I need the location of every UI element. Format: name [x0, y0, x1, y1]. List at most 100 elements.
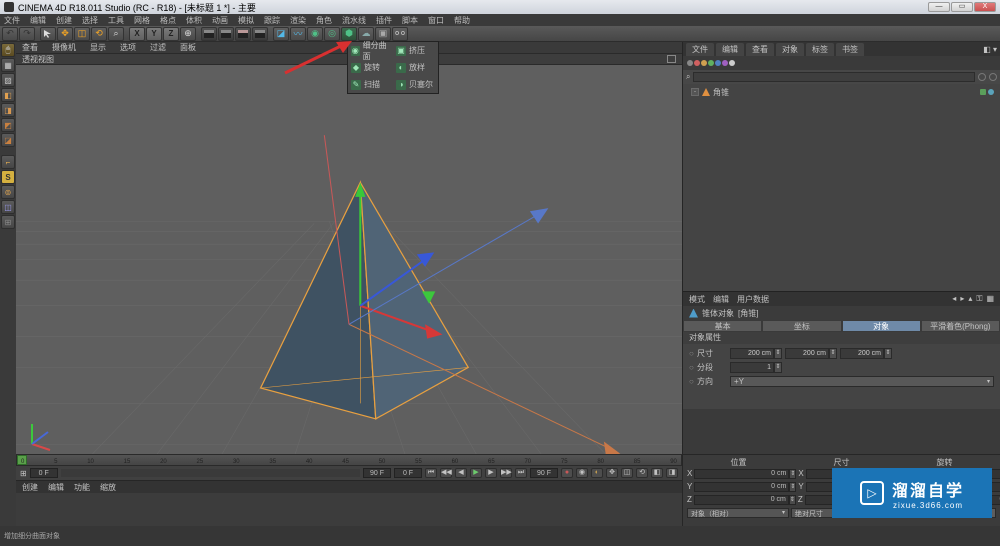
primitive-button[interactable]: ◪	[273, 27, 289, 41]
environment-button[interactable]: ☁	[358, 27, 374, 41]
next-key-button[interactable]: ▶▶	[500, 468, 512, 478]
om-tab[interactable]: 编辑	[716, 43, 744, 56]
mat-tab[interactable]: 缩放	[100, 482, 116, 493]
menu-item[interactable]: 选择	[82, 15, 98, 26]
menu-item[interactable]: 脚本	[402, 15, 418, 26]
vp-menu-item[interactable]: 显示	[90, 42, 106, 53]
start-frame-input[interactable]	[30, 468, 58, 478]
om-options-icon[interactable]: ◧ ▾	[983, 45, 997, 54]
visibility-toggle-icon[interactable]	[989, 73, 997, 81]
menu-item[interactable]: 流水线	[342, 15, 366, 26]
popup-lathe[interactable]: ◆旋转	[348, 59, 393, 76]
key-scale-button[interactable]: ◫	[621, 468, 633, 478]
up-icon[interactable]: ▴	[968, 294, 972, 304]
layer-filter[interactable]	[687, 60, 735, 66]
key-rot-button[interactable]: ⟲	[636, 468, 648, 478]
pos-z-input[interactable]	[694, 495, 789, 505]
keyopt-button[interactable]: ◐	[591, 468, 603, 478]
goto-end-button[interactable]: ⏭	[515, 468, 527, 478]
snap3d-button[interactable]: ⊞	[1, 215, 15, 229]
lock-icon[interactable]: ⚿	[976, 294, 982, 304]
visibility-tag-icon[interactable]	[980, 89, 986, 95]
menu-item[interactable]: 角色	[316, 15, 332, 26]
spinner-icon[interactable]: ⇕	[829, 348, 837, 359]
attr-subtab[interactable]: 对象	[842, 320, 921, 332]
menu-item[interactable]: 跟踪	[264, 15, 280, 26]
record-button[interactable]: ●	[561, 468, 573, 478]
key-param-button[interactable]: ◧	[651, 468, 663, 478]
spline-button[interactable]: 〰	[290, 27, 306, 41]
next-frame-button[interactable]: ▶	[485, 468, 497, 478]
vp-menu-item[interactable]: 摄像机	[52, 42, 76, 53]
spinner-icon[interactable]: ⇕	[774, 362, 782, 373]
menu-item[interactable]: 格点	[160, 15, 176, 26]
mat-tab[interactable]: 编辑	[48, 482, 64, 493]
menu-item[interactable]: 网格	[134, 15, 150, 26]
vp-menu-item[interactable]: 选项	[120, 42, 136, 53]
om-tab[interactable]: 书签	[836, 43, 864, 56]
end-frame-input[interactable]	[363, 468, 391, 478]
mat-tab[interactable]: 功能	[74, 482, 90, 493]
menu-item[interactable]: 动画	[212, 15, 228, 26]
size-z-input[interactable]	[840, 348, 884, 359]
segments-input[interactable]	[730, 362, 774, 373]
workplane-button[interactable]: ◧	[1, 88, 15, 102]
attr-subtab[interactable]: 坐标	[762, 320, 841, 332]
prev-frame-button[interactable]: ◀	[455, 468, 467, 478]
timeline-ruler[interactable]: 0510 152025 303540 455055 606570 758085 …	[16, 454, 682, 466]
play-button[interactable]: ▶	[470, 468, 482, 478]
menu-item[interactable]: 编辑	[30, 15, 46, 26]
viewport-solo-button[interactable]: S	[1, 170, 15, 184]
next-icon[interactable]: ▸	[960, 294, 964, 304]
direction-select[interactable]: +Y▾	[730, 376, 994, 387]
menu-item[interactable]: 模拟	[238, 15, 254, 26]
x-lock-button[interactable]: X	[129, 27, 145, 41]
generator-button[interactable]: ◉	[307, 27, 323, 41]
range-end-input[interactable]	[530, 468, 558, 478]
rotate-tool-button[interactable]: ⟲	[91, 27, 107, 41]
anim-dot-icon[interactable]: ○	[689, 363, 694, 372]
om-tab[interactable]: 标签	[806, 43, 834, 56]
render-region-button[interactable]	[218, 27, 234, 41]
scale-tool-button[interactable]: ◫	[74, 27, 90, 41]
anim-dot-icon[interactable]: ○	[689, 349, 694, 358]
window-close-button[interactable]: X	[974, 2, 996, 12]
menu-item[interactable]: 插件	[376, 15, 392, 26]
key-pos-button[interactable]: ✥	[606, 468, 618, 478]
menu-item[interactable]: 窗口	[428, 15, 444, 26]
edge-mode-button[interactable]: ◩	[1, 118, 15, 132]
vp-menu-item[interactable]: 查看	[22, 42, 38, 53]
vp-menu-item[interactable]: 过滤	[150, 42, 166, 53]
undo-button[interactable]	[2, 27, 18, 41]
redo-button[interactable]	[19, 27, 35, 41]
om-search-input[interactable]	[693, 72, 975, 82]
menu-item[interactable]: 体积	[186, 15, 202, 26]
goto-start-button[interactable]: ⏮	[425, 468, 437, 478]
object-mode-button[interactable]: ▦	[1, 58, 15, 72]
poly-mode-button[interactable]: ◪	[1, 133, 15, 147]
prev-key-button[interactable]: ◀◀	[440, 468, 452, 478]
snap-button[interactable]: ⊚	[1, 185, 15, 199]
menu-item[interactable]: 创建	[56, 15, 72, 26]
enable-axis-button[interactable]: ⌐	[1, 155, 15, 169]
tree-row[interactable]: - 角锥	[685, 86, 998, 98]
window-min-button[interactable]: —	[928, 2, 950, 12]
tree-item-label[interactable]: 角锥	[713, 87, 729, 98]
attr-subtab[interactable]: 基本	[683, 320, 762, 332]
menu-icon[interactable]: ▦	[986, 294, 994, 304]
generator2-button[interactable]: ◎	[324, 27, 340, 41]
visibility-toggle-icon[interactable]	[978, 73, 986, 81]
menu-item[interactable]: 工具	[108, 15, 124, 26]
popup-extrude[interactable]: ▣挤压	[393, 42, 438, 59]
current-frame-input[interactable]	[394, 468, 422, 478]
attr-tab[interactable]: 模式	[689, 294, 705, 305]
object-tree[interactable]: - 角锥	[683, 84, 1000, 291]
popup-loft[interactable]: ◐放样	[393, 59, 438, 76]
window-max-button[interactable]: ▭	[951, 2, 973, 12]
camera-button[interactable]: ▣	[375, 27, 391, 41]
anim-dot-icon[interactable]: ○	[689, 377, 694, 386]
menu-item[interactable]: 渲染	[290, 15, 306, 26]
recent-tool-button[interactable]: ⌕	[108, 27, 124, 41]
spinner-icon[interactable]: ⇕	[884, 348, 892, 359]
phong-tag-icon[interactable]	[988, 89, 994, 95]
